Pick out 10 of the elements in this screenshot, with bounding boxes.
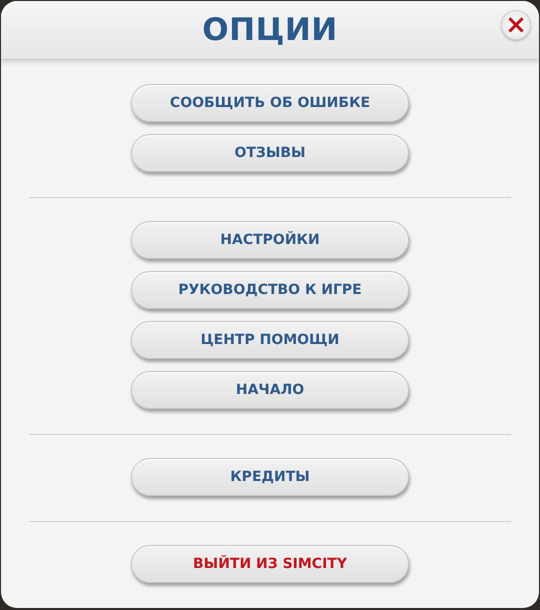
window-title: ОПЦИИ: [202, 12, 338, 48]
menu-button[interactable]: РУКОВОДСТВО К ИГРЕ: [131, 271, 409, 309]
menu-button[interactable]: СООБЩИТЬ ОБ ОШИБКЕ: [131, 84, 409, 122]
menu-button[interactable]: НАСТРОЙКИ: [131, 221, 409, 259]
exit-button[interactable]: ВЫЙТИ ИЗ SIMCITY: [131, 545, 409, 583]
menu-button[interactable]: КРЕДИТЫ: [131, 458, 409, 496]
menu-button[interactable]: НАЧАЛО: [131, 371, 409, 409]
menu-button[interactable]: ЦЕНТР ПОМОЩИ: [131, 321, 409, 359]
menu-button[interactable]: ОТЗЫВЫ: [131, 134, 409, 172]
close-button[interactable]: ×: [501, 10, 531, 40]
